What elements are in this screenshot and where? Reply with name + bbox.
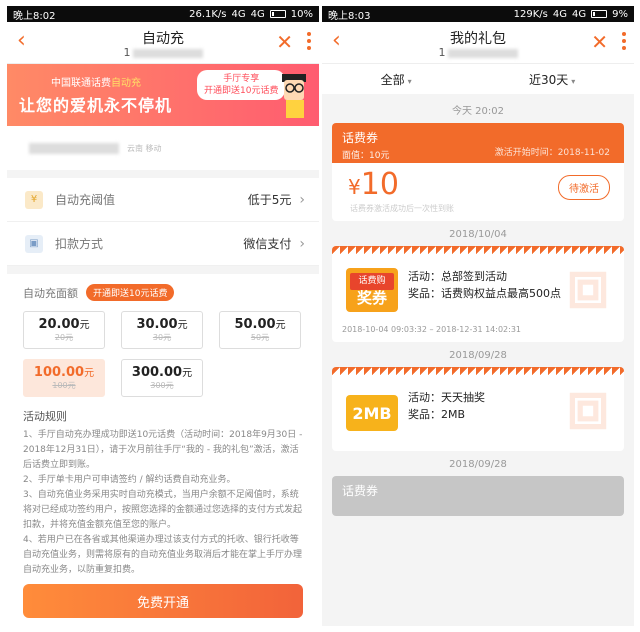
cartoon-character-icon [282, 74, 306, 118]
amount-option-30[interactable]: 30.00元 30元 [121, 311, 203, 349]
gift-logo: 2MB [346, 395, 398, 431]
gift-card[interactable]: 话费购 奖券 活动：总部签到活动 奖品：话费购权益点最高500点 2018-10… [332, 246, 624, 342]
free-activate-button[interactable]: 免费开通 [23, 584, 303, 618]
date-header: 2018/10/04 [449, 229, 507, 240]
unicom-knot-icon [569, 271, 607, 309]
coupon-note: 话费券激活成功后一次性到账 [350, 204, 454, 213]
amount-option-100[interactable]: 100.00元 100元 [23, 359, 105, 397]
gift-validity: 2018-10-04 09:03:32 – 2018-12-31 14:02:3… [342, 325, 522, 334]
account-row: 云南 移动 [7, 126, 319, 178]
gift-logo: 话费购 奖券 [346, 268, 398, 312]
date-header: 今天 20:02 [452, 106, 504, 117]
phone-number: 1 [322, 46, 634, 59]
payment-label: 扣款方式 [55, 237, 104, 251]
amount-option-50[interactable]: 50.00元 50元 [219, 311, 301, 349]
close-icon[interactable]: ✕ [276, 30, 293, 54]
caret-down-icon: ▾ [407, 76, 412, 86]
rule-item: 3、自动充值业务采用实时自动充模式，当用户余额不足阈值时，系统将对已经成功签约用… [23, 490, 303, 530]
activity-rules: 活动规则 1、手厅自动充办理成功即送10元话费（活动时间：2018年9月30日 … [7, 397, 319, 578]
rule-item: 1、手厅自动充办理成功即送10元话费（活动时间：2018年9月30日 - 201… [23, 430, 303, 470]
rules-title: 活动规则 [23, 410, 67, 423]
signal-label: 4G [231, 8, 246, 20]
signal-label-2: 4G [572, 8, 587, 20]
amount-section: 自动充面额 开通即送10元话费 20.00元 20元 30.00元 30元 50.0… [7, 266, 319, 397]
coupon-amount: ¥10 [348, 167, 399, 202]
date-header: 2018/09/28 [449, 350, 507, 361]
rule-item: 4、若用户已在各省或其他渠道办理过该支付方式的托收、银行托收等自动充值业务，则需… [23, 535, 303, 575]
rule-item: 2、手厅单卡用户可申请签约 / 解约话费自动充业务。 [23, 475, 236, 485]
coupon-card[interactable]: 话费券 [332, 476, 624, 516]
page-title: 自动充 [142, 31, 184, 47]
gift-card[interactable]: 2MB 活动：天天抽奖 奖品：2MB [332, 367, 624, 451]
battery-icon [269, 10, 286, 18]
battery-level: 10% [290, 8, 313, 20]
battery-level: 9% [612, 8, 628, 20]
nav-bar: ‹ 自动充 1 ✕ [7, 22, 319, 64]
page-title: 我的礼包 [450, 31, 506, 47]
network-speed: 129K/s [513, 8, 548, 20]
coupon-type: 话费券 [342, 131, 379, 145]
filter-bar: 全部 ▾ 近30天 ▾ [322, 64, 634, 94]
status-bar: 晚上8:03 129K/s 4G 4G 9% [322, 6, 634, 22]
amount-label: 自动充面额 [23, 286, 78, 300]
banner-bubble: 手厅专享 开通即送10元话费 [197, 70, 286, 100]
coupon-type: 话费券 [342, 484, 379, 498]
yen-coin-icon: ¥ [25, 190, 43, 209]
promo-badge: 开通即送10元话费 [86, 284, 175, 301]
network-speed: 26.1K/s [189, 8, 227, 20]
nav-bar: ‹ 我的礼包 1 ✕ [322, 22, 634, 64]
chevron-right-icon: › [299, 191, 305, 208]
filter-all[interactable]: 全部 ▾ [381, 71, 412, 88]
left-screen: 晚上8:02 26.1K/s 4G 4G 10% ‹ 自动充 1 ✕ 中国联通话… [7, 6, 319, 626]
banner-headline: 让您的爱机永不停机 [19, 96, 173, 115]
status-time: 晚上8:02 [13, 10, 56, 22]
banner-caption: 中国联通话费自动充 [51, 78, 141, 89]
signal-label-2: 4G [250, 8, 265, 20]
payment-method-row[interactable]: ▣ 扣款方式 微信支付 › [7, 222, 319, 266]
unicom-knot-icon [569, 392, 607, 430]
right-screen: 晚上8:03 129K/s 4G 4G 9% ‹ 我的礼包 1 ✕ 全部 ▾ 近3… [322, 6, 634, 626]
close-icon[interactable]: ✕ [591, 30, 608, 54]
threshold-value: 低于5元 [247, 193, 292, 207]
amount-option-20[interactable]: 20.00元 20元 [23, 311, 105, 349]
bag-icon: ▣ [25, 234, 43, 253]
coupon-start-time: 激活开始时间：2018-11-02 [494, 148, 610, 158]
amount-option-300[interactable]: 300.00元 300元 [121, 359, 203, 397]
threshold-label: 自动充阈值 [55, 193, 116, 207]
signal-label: 4G [552, 8, 567, 20]
more-icon[interactable] [622, 32, 626, 53]
caret-down-icon: ▾ [571, 76, 576, 86]
amount-grid: 20.00元 20元 30.00元 30元 50.00元 50元 100.00元 100… [23, 311, 303, 397]
promo-banner[interactable]: 中国联通话费自动充 让您的爱机永不停机 手厅专享 开通即送10元话费 [7, 64, 319, 126]
coupon-card[interactable]: 话费券 面值：10元 激活开始时间：2018-11-02 ¥10 话费券激活成功… [332, 123, 624, 221]
payment-value: 微信支付 [243, 237, 292, 251]
date-header: 2018/09/28 [449, 459, 507, 470]
threshold-row[interactable]: ¥ 自动充阈值 低于5元 › [7, 178, 319, 222]
battery-icon [591, 10, 608, 18]
status-time: 晚上8:03 [328, 10, 371, 22]
chevron-right-icon: › [299, 235, 305, 252]
account-location: 云南 移动 [127, 143, 162, 153]
status-bar: 晚上8:02 26.1K/s 4G 4G 10% [7, 6, 319, 22]
more-icon[interactable] [307, 32, 311, 53]
phone-number: 1 [7, 46, 319, 59]
activate-button[interactable]: 待激活 [558, 175, 610, 200]
filter-range[interactable]: 近30天 ▾ [529, 71, 575, 88]
